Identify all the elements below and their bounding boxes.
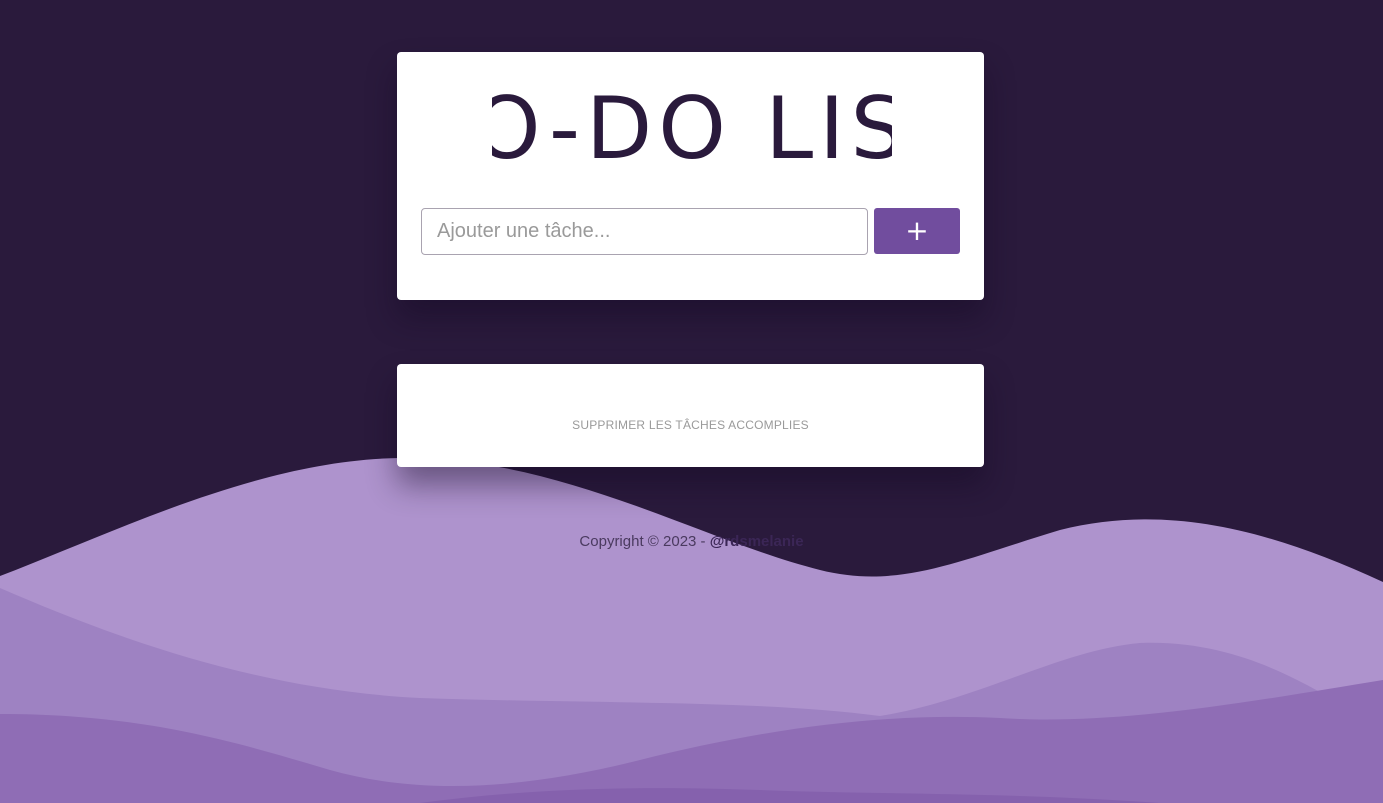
task-list-card	[397, 364, 984, 467]
author-handle-link[interactable]: @rdsmelanie	[710, 533, 804, 550]
task-input[interactable]	[421, 208, 868, 255]
svg-text:TO-DO LIST: TO-DO LIST	[492, 79, 892, 171]
app-title-lettering: TO-DO LIST	[492, 79, 892, 171]
app-title: TO-DO LIST	[0, 76, 1383, 171]
clear-completed-button[interactable]: SUPPRIMER LES TÂCHES ACCOMPLIES	[397, 418, 984, 432]
copyright-text: Copyright © 2023 -	[579, 533, 710, 550]
add-task-button[interactable]: +	[874, 208, 960, 254]
footer: Copyright © 2023 - @rdsmelanie	[0, 533, 1383, 550]
